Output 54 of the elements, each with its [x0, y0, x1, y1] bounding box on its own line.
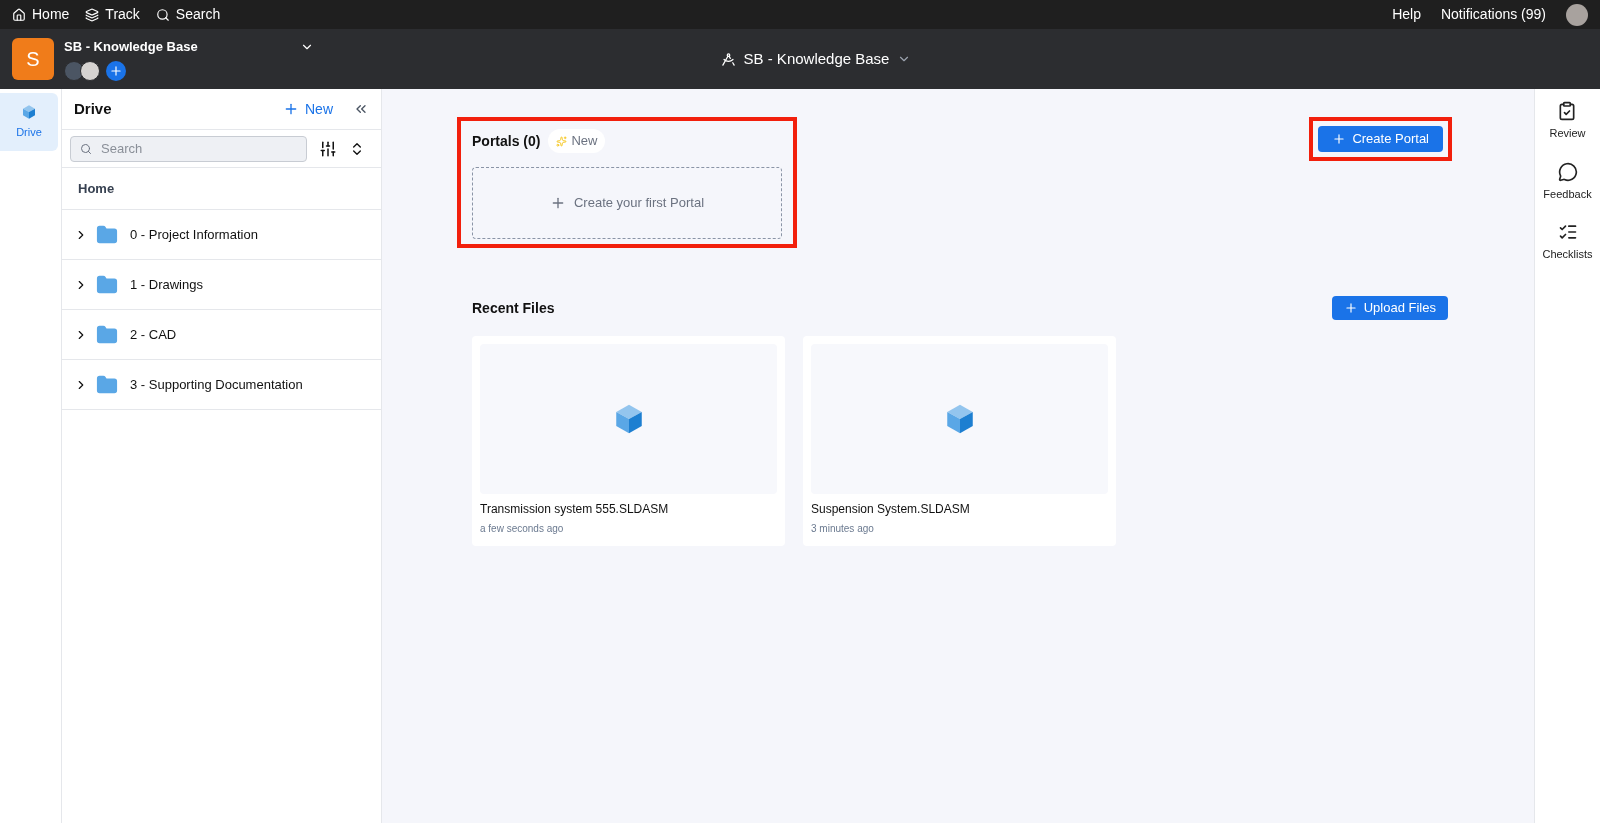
- new-badge: New: [548, 129, 606, 153]
- folder-row[interactable]: 1 - Drawings: [62, 260, 381, 310]
- file-time: 3 minutes ago: [811, 522, 875, 536]
- nav-link[interactable]: Search: [155, 4, 221, 25]
- filter-icon[interactable]: [319, 139, 337, 158]
- project-avatar: S: [12, 38, 54, 80]
- plus-icon: [1332, 132, 1347, 146]
- rail-tab[interactable]: Drive: [0, 93, 58, 151]
- create-portal-card[interactable]: Create your first Portal: [472, 167, 782, 239]
- upload-files-button[interactable]: Upload Files: [1331, 296, 1448, 320]
- folder-row[interactable]: 3 - Supporting Documentation: [62, 360, 381, 410]
- project-title[interactable]: SB - Knowledge Base: [743, 47, 890, 71]
- search-field[interactable]: Search: [70, 135, 307, 162]
- search-icon: [155, 7, 170, 22]
- plus-icon: [109, 63, 123, 78]
- folder-icon: [96, 323, 118, 346]
- clipboard-check-icon: [1557, 101, 1578, 121]
- project-name: SB - Knowledge Base: [64, 38, 198, 57]
- layers-icon: [85, 7, 100, 22]
- plus-icon: [1343, 301, 1358, 315]
- file-card[interactable]: Transmission system 555.SLDASM a few seconds ago: [472, 336, 785, 546]
- create-portal-button[interactable]: Create Portal: [1318, 126, 1443, 152]
- file-time: a few seconds ago: [480, 522, 565, 536]
- rail-button[interactable]: Review: [1549, 101, 1586, 142]
- add-member-button[interactable]: [106, 60, 126, 81]
- member-avatar: [80, 60, 100, 81]
- nav-link[interactable]: Home: [12, 4, 70, 25]
- file-name: Transmission system 555.SLDASM: [480, 501, 670, 518]
- new-button[interactable]: New: [283, 98, 333, 120]
- list-icon: [1557, 222, 1578, 242]
- compass-icon: [720, 51, 736, 67]
- rail-button[interactable]: Feedback: [1543, 161, 1592, 202]
- section-title: Recent Files: [472, 298, 555, 318]
- file-name: Suspension System.SLDASM: [811, 501, 971, 518]
- home-icon: [12, 7, 26, 22]
- folder-icon: [96, 273, 118, 296]
- folder-icon: [96, 223, 118, 246]
- member-avatar: [64, 60, 84, 81]
- breadcrumb[interactable]: Home: [78, 178, 115, 199]
- panel-title: Drive: [74, 98, 112, 119]
- section-title: Portals (0): [472, 131, 541, 151]
- folder-icon: [96, 373, 118, 396]
- folder-row[interactable]: 2 - CAD: [62, 310, 381, 360]
- folder-row[interactable]: 0 - Project Information: [62, 210, 381, 260]
- nav-link[interactable]: Track: [85, 4, 140, 25]
- user-avatar[interactable]: [1566, 3, 1588, 26]
- plus-icon: [283, 101, 299, 117]
- file-card[interactable]: Suspension System.SLDASM 3 minutes ago: [803, 336, 1116, 546]
- cube-icon: [21, 103, 37, 120]
- nav-link[interactable]: Notifications (99): [1440, 4, 1546, 25]
- rail-button[interactable]: Checklists: [1542, 222, 1593, 263]
- search-icon: [80, 142, 92, 155]
- chat-bubble-icon: [1557, 161, 1578, 182]
- nav-link[interactable]: Help: [1392, 4, 1421, 25]
